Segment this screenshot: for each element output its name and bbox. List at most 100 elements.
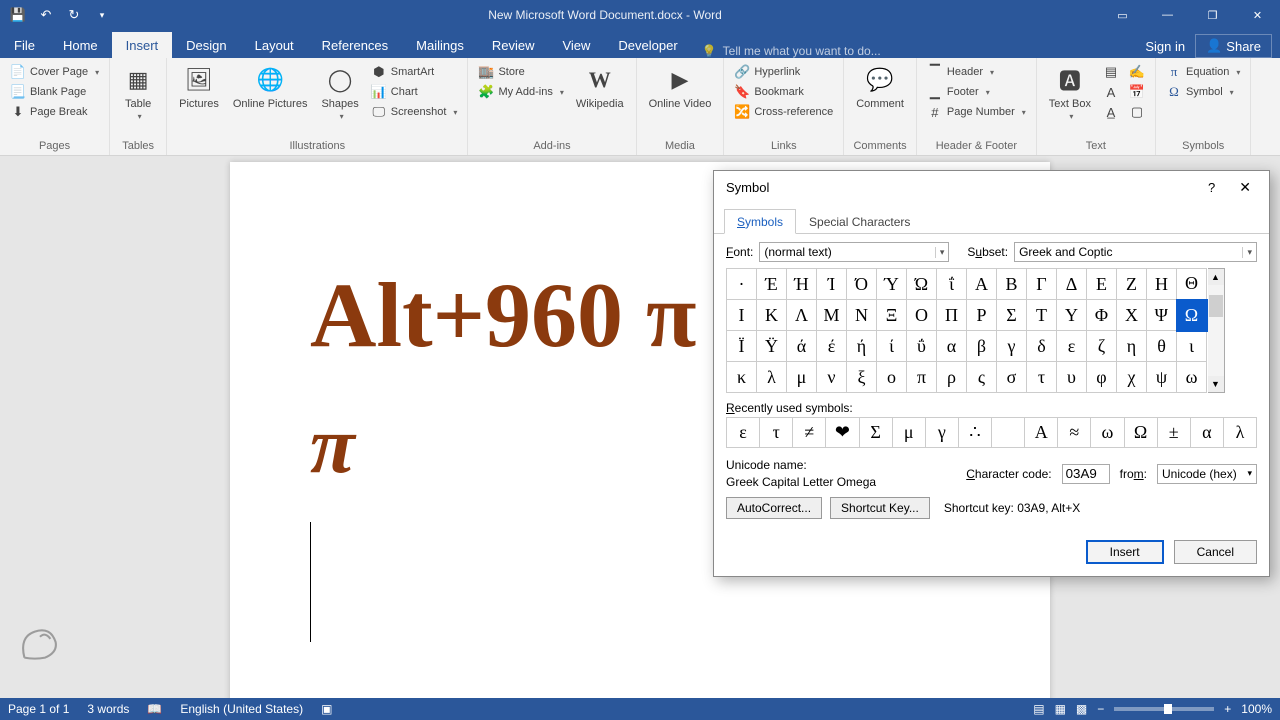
recent-symbol-cell[interactable]: τ bbox=[760, 418, 793, 448]
dlg-tab-symbols[interactable]: Symbols bbox=[724, 209, 796, 234]
symbol-cell[interactable]: π bbox=[907, 362, 937, 393]
symbol-cell[interactable]: Ε bbox=[1087, 269, 1117, 300]
autocorrect-button[interactable]: AutoCorrect... bbox=[726, 497, 822, 519]
symbol-cell[interactable]: ψ bbox=[1147, 362, 1177, 393]
symbol-cell[interactable]: Ο bbox=[907, 300, 937, 331]
symbol-cell[interactable]: Ι bbox=[727, 300, 757, 331]
symbol-cell[interactable]: ί bbox=[877, 331, 907, 362]
dropcap-button[interactable]: A̲ bbox=[1099, 102, 1123, 122]
symbol-cell[interactable]: Ω bbox=[1177, 300, 1207, 331]
status-words[interactable]: 3 words bbox=[87, 702, 129, 716]
zoom-value[interactable]: 100% bbox=[1241, 702, 1272, 716]
symbol-cell[interactable]: Ή bbox=[787, 269, 817, 300]
symbol-cell[interactable]: γ bbox=[997, 331, 1027, 362]
store-button[interactable]: 🏬Store bbox=[474, 62, 567, 82]
symbol-cell[interactable]: δ bbox=[1027, 331, 1057, 362]
symbol-cell[interactable]: Ρ bbox=[967, 300, 997, 331]
symbol-cell[interactable]: Έ bbox=[757, 269, 787, 300]
recent-symbol-cell[interactable] bbox=[992, 418, 1025, 448]
font-combo[interactable]: (normal text) bbox=[759, 242, 949, 262]
sign-in-link[interactable]: Sign in bbox=[1145, 39, 1185, 54]
symbol-cell[interactable]: ΰ bbox=[907, 331, 937, 362]
blank-page-button[interactable]: 📃Blank Page bbox=[6, 82, 103, 102]
symbol-cell[interactable]: ω bbox=[1177, 362, 1207, 393]
symbol-cell[interactable]: έ bbox=[817, 331, 847, 362]
tab-review[interactable]: Review bbox=[478, 32, 549, 58]
symbol-cell[interactable]: Β bbox=[997, 269, 1027, 300]
symbol-cell[interactable]: Π bbox=[937, 300, 967, 331]
symbol-cell[interactable]: ζ bbox=[1087, 331, 1117, 362]
symbol-cell[interactable]: Ξ bbox=[877, 300, 907, 331]
header-button[interactable]: ▔Header bbox=[923, 62, 1030, 82]
recent-symbol-cell[interactable]: ω bbox=[1091, 418, 1124, 448]
symbol-cell[interactable]: Κ bbox=[757, 300, 787, 331]
scroll-down-icon[interactable]: ▼ bbox=[1208, 376, 1224, 392]
symbol-cell[interactable]: Ύ bbox=[877, 269, 907, 300]
save-icon[interactable]: 💾 bbox=[10, 7, 26, 23]
symbol-cell[interactable]: Μ bbox=[817, 300, 847, 331]
undo-icon[interactable]: ↶ bbox=[38, 7, 54, 23]
status-page[interactable]: Page 1 of 1 bbox=[8, 702, 69, 716]
tab-layout[interactable]: Layout bbox=[241, 32, 308, 58]
screenshot-button[interactable]: 🖵Screenshot bbox=[367, 102, 462, 122]
symbol-cell[interactable]: υ bbox=[1057, 362, 1087, 393]
symbol-cell[interactable]: Θ bbox=[1177, 269, 1207, 300]
symbol-cell[interactable]: θ bbox=[1147, 331, 1177, 362]
comment-button[interactable]: 💬Comment bbox=[850, 62, 910, 112]
symbol-cell[interactable]: ξ bbox=[847, 362, 877, 393]
tell-me-input[interactable]: 💡Tell me what you want to do... bbox=[692, 44, 1146, 58]
symbol-cell[interactable]: Λ bbox=[787, 300, 817, 331]
symbol-grid[interactable]: ·ΈΉΊΌΎΏΐΑΒΓΔΕΖΗΘΙΚΛΜΝΞΟΠΡΣΤΥΦΧΨΩΪΫάέήίΰα… bbox=[726, 268, 1208, 393]
symbol-cell[interactable]: Φ bbox=[1087, 300, 1117, 331]
scroll-up-icon[interactable]: ▲ bbox=[1208, 269, 1224, 285]
spellcheck-icon[interactable]: 📖 bbox=[147, 702, 162, 716]
symbol-cell[interactable]: χ bbox=[1117, 362, 1147, 393]
readmode-icon[interactable]: ▤ bbox=[1033, 702, 1044, 716]
symbol-cell[interactable]: ΐ bbox=[937, 269, 967, 300]
symbol-cell[interactable]: η bbox=[1117, 331, 1147, 362]
symbol-cell[interactable]: Σ bbox=[997, 300, 1027, 331]
recent-symbol-cell[interactable]: α bbox=[1190, 418, 1223, 448]
recent-symbol-cell[interactable]: λ bbox=[1223, 418, 1256, 448]
wikipedia-button[interactable]: WWikipedia bbox=[570, 62, 630, 112]
symbol-cell[interactable]: κ bbox=[727, 362, 757, 393]
symbol-cell[interactable]: Ώ bbox=[907, 269, 937, 300]
symbol-cell[interactable]: Ό bbox=[847, 269, 877, 300]
online-video-button[interactable]: ▶Online Video bbox=[643, 62, 718, 112]
recent-symbol-cell[interactable]: μ bbox=[892, 418, 925, 448]
recent-symbol-cell[interactable]: Α bbox=[1025, 418, 1058, 448]
tab-view[interactable]: View bbox=[548, 32, 604, 58]
recent-symbol-cell[interactable]: γ bbox=[925, 418, 958, 448]
charcode-input[interactable] bbox=[1062, 464, 1110, 484]
symbol-cell[interactable]: α bbox=[937, 331, 967, 362]
recent-symbol-cell[interactable]: Ω bbox=[1124, 418, 1157, 448]
cover-page-button[interactable]: 📄Cover Page bbox=[6, 62, 103, 82]
tab-mailings[interactable]: Mailings bbox=[402, 32, 478, 58]
footer-button[interactable]: ▁Footer bbox=[923, 82, 1030, 102]
from-combo[interactable]: Unicode (hex) bbox=[1157, 464, 1257, 484]
pictures-button[interactable]: 🖼Pictures bbox=[173, 62, 225, 112]
object-button[interactable]: ▢ bbox=[1125, 102, 1149, 122]
close-icon[interactable]: ✕ bbox=[1235, 0, 1280, 30]
datetime-button[interactable]: 📅 bbox=[1125, 82, 1149, 102]
recent-symbol-cell[interactable]: ± bbox=[1157, 418, 1190, 448]
symbol-cell[interactable]: σ bbox=[997, 362, 1027, 393]
symbol-cell[interactable]: Ψ bbox=[1147, 300, 1177, 331]
tab-design[interactable]: Design bbox=[172, 32, 240, 58]
wordart-button[interactable]: A bbox=[1099, 82, 1123, 102]
tab-developer[interactable]: Developer bbox=[604, 32, 691, 58]
symbol-cell[interactable]: Η bbox=[1147, 269, 1177, 300]
grid-scrollbar[interactable]: ▲ ▼ bbox=[1208, 268, 1225, 393]
cancel-button[interactable]: Cancel bbox=[1174, 540, 1257, 564]
shapes-button[interactable]: ◯Shapes bbox=[315, 62, 364, 123]
dialog-help-icon[interactable]: ? bbox=[1208, 180, 1215, 195]
symbol-cell[interactable]: ς bbox=[967, 362, 997, 393]
symbol-cell[interactable]: ρ bbox=[937, 362, 967, 393]
symbol-cell[interactable]: ά bbox=[787, 331, 817, 362]
symbol-cell[interactable]: β bbox=[967, 331, 997, 362]
recent-symbol-cell[interactable]: ∴ bbox=[958, 418, 991, 448]
symbol-cell[interactable]: ο bbox=[877, 362, 907, 393]
sigline-button[interactable]: ✍ bbox=[1125, 62, 1149, 82]
chart-button[interactable]: 📊Chart bbox=[367, 82, 462, 102]
online-pictures-button[interactable]: 🌐Online Pictures bbox=[227, 62, 314, 112]
